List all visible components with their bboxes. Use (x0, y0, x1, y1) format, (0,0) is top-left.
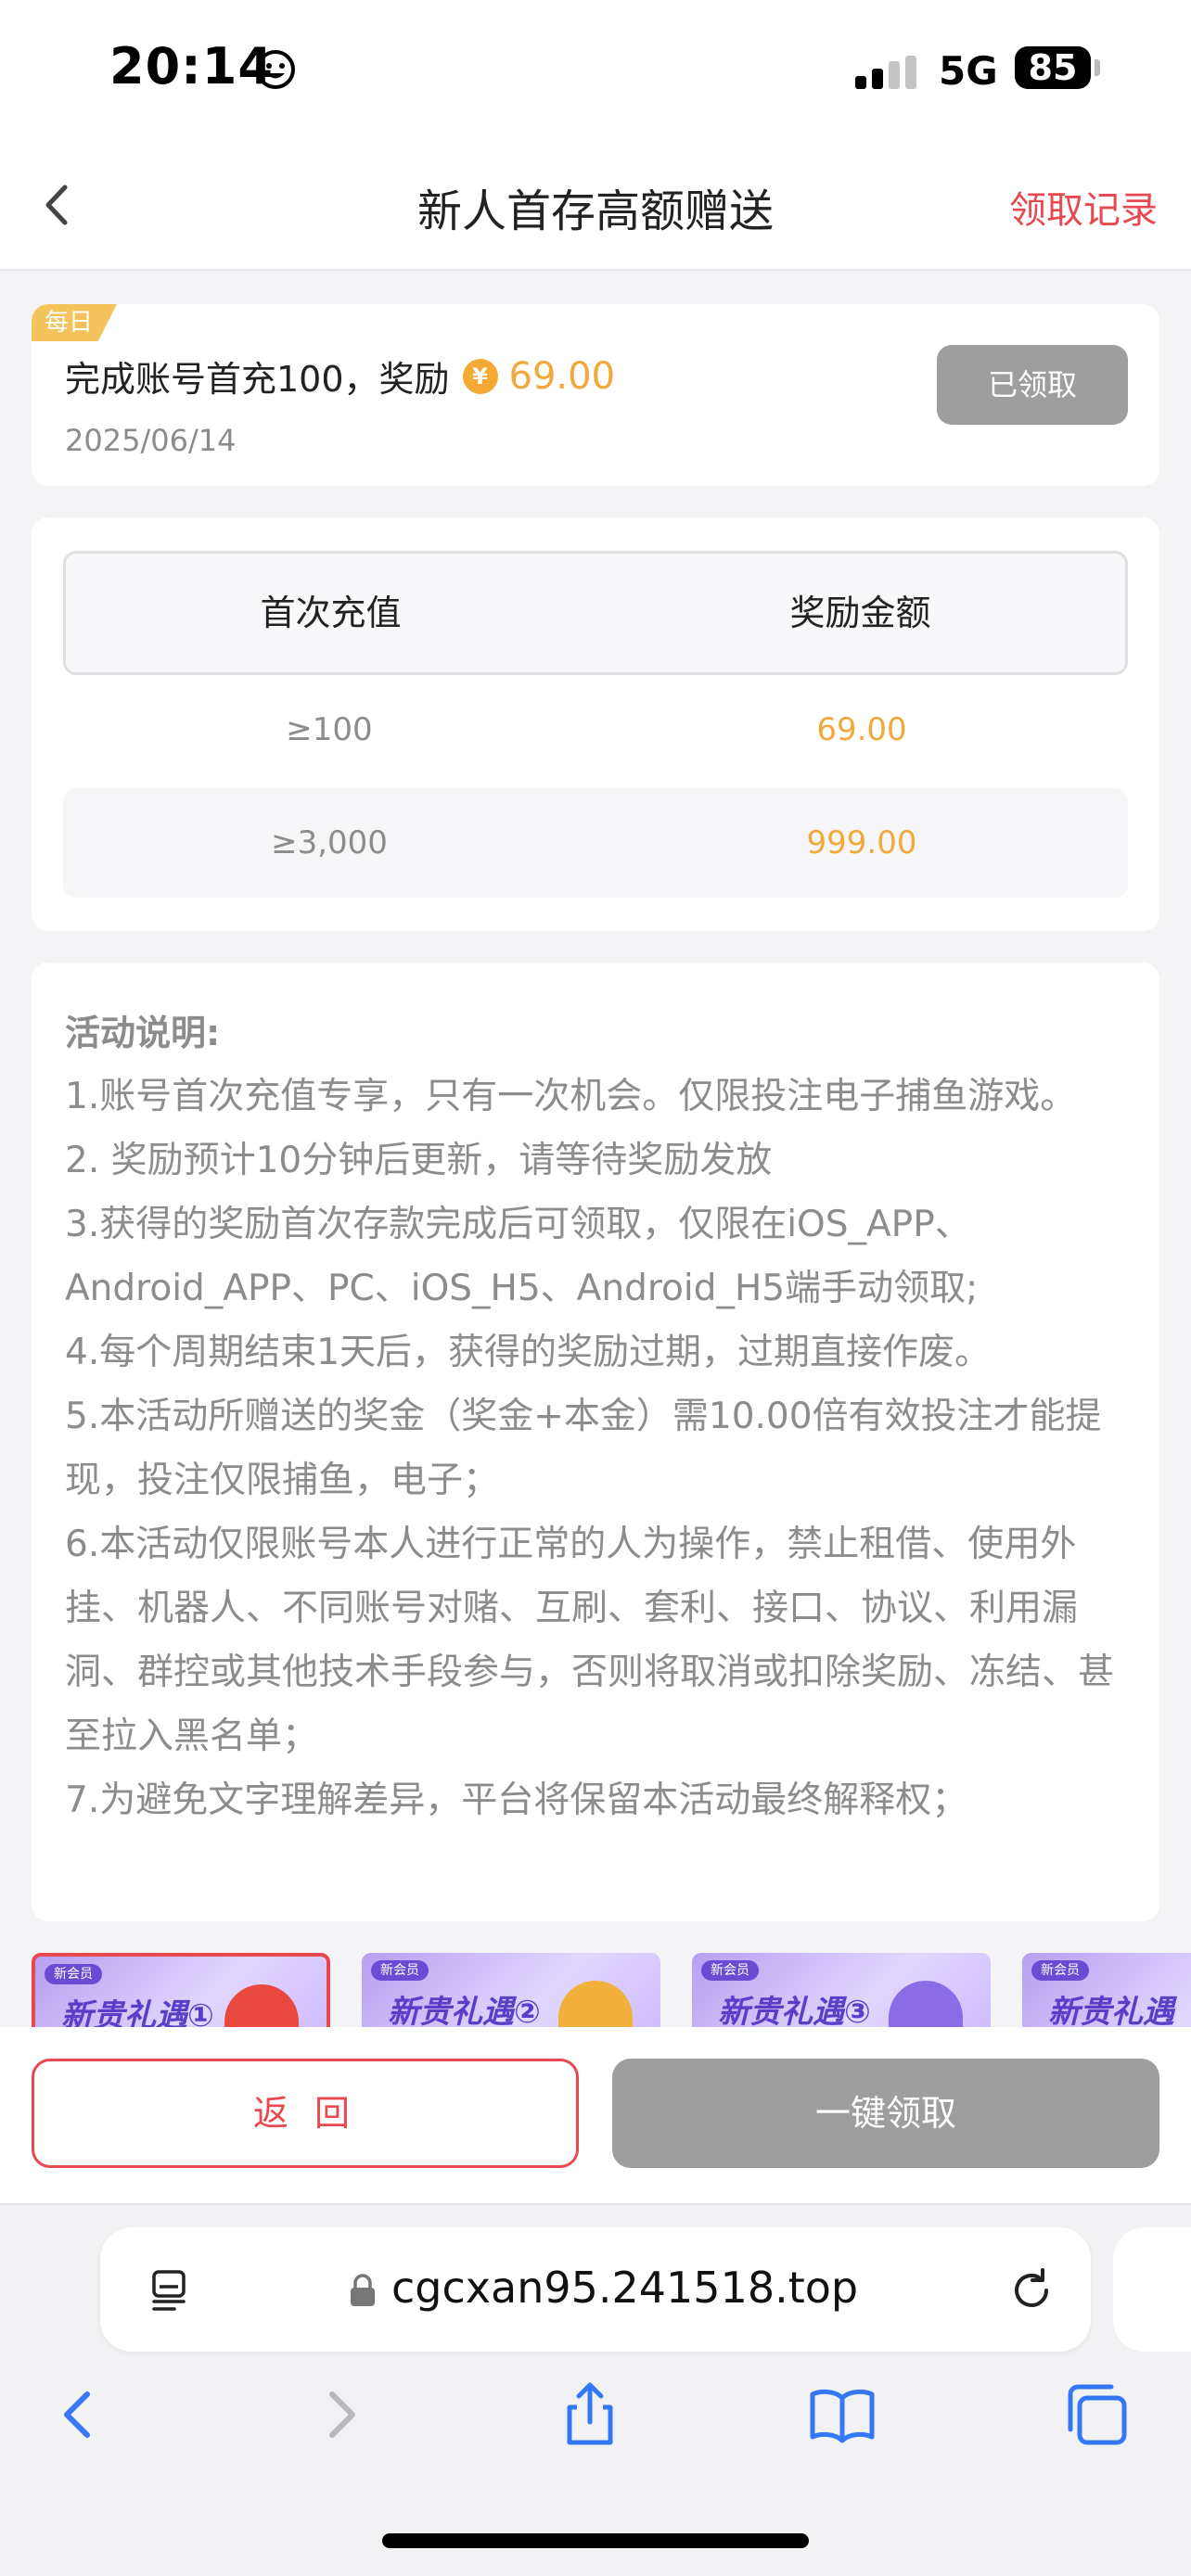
lock-icon (351, 2274, 375, 2306)
bookmarks-icon[interactable] (805, 2378, 879, 2452)
status-time: 20:14 (109, 37, 274, 96)
member-badge: 新会员 (1031, 1960, 1089, 1981)
daily-task-card: 每日 完成账号首充100，奖励 ¥ 69.00 2025/06/14 已领取 (32, 304, 1159, 486)
banner-title: 新贵礼遇① (61, 1997, 214, 2027)
promo-banner[interactable]: 新会员 新贵礼遇① (32, 1953, 330, 2027)
address-bar[interactable]: cgcxan95.241518.top (100, 2227, 1091, 2352)
smiley-icon (256, 50, 295, 89)
table-header: 首次充值 奖励金额 (63, 551, 1128, 675)
battery-tip (1095, 59, 1100, 76)
deposit-threshold: ≥3,000 (271, 824, 388, 861)
task-description-text: 完成账号首充100，奖励 (65, 359, 450, 400)
bottom-action-bar: 返 回 一键领取 (0, 2027, 1191, 2203)
banner-title: 新贵礼遇 (1048, 1994, 1174, 2027)
promo-banner[interactable]: 新会员 新贵礼遇② (362, 1953, 660, 2027)
member-badge: 新会员 (701, 1960, 759, 1981)
member-badge: 新会员 (371, 1960, 429, 1981)
task-reward-amount: 69.00 (508, 354, 616, 398)
reward-table-card: 首次充值 奖励金额 ≥100 69.00 ≥3,000 999.00 (32, 517, 1159, 931)
url-text: cgcxan95.241518.top (391, 2263, 859, 2313)
task-description: 完成账号首充100，奖励 ¥ 69.00 (65, 351, 615, 402)
app-screen: 20:14 5G 85 新人首存高额赠送 领取记录 每日 完成账号首充100，奖… (0, 0, 1191, 2576)
rules-title: 活动说明: (65, 1013, 221, 1053)
share-icon[interactable] (553, 2378, 627, 2452)
forward-arrow-icon[interactable] (302, 2378, 377, 2452)
deposit-threshold: ≥100 (286, 711, 373, 748)
rule-item: 2. 奖励预计10分钟后更新，请等待奖励发放 (65, 1140, 773, 1181)
network-type: 5G (939, 48, 998, 94)
claim-record-link[interactable]: 领取记录 (1009, 180, 1158, 234)
rule-item: 4.每个周期结束1天后，获得的奖励过期，过期直接作废。 (65, 1332, 992, 1373)
rules-card: 活动说明: 1.账号首次充值专享，只有一次机会。仅限投注电子捕鱼游戏。 2. 奖… (32, 963, 1159, 1921)
reader-mode-icon[interactable] (147, 2266, 193, 2313)
reward-amount: 999.00 (806, 824, 917, 861)
next-tab-address-bar[interactable] (1113, 2227, 1191, 2352)
promo-banner-carousel[interactable]: 新会员 新贵礼遇① 新会员 新贵礼遇② 新会员 新贵礼遇③ 新会员 新贵礼遇 (32, 1953, 1191, 2027)
tabs-icon[interactable] (1059, 2378, 1133, 2452)
reward-amount: 69.00 (816, 711, 907, 748)
banner-title: 新贵礼遇③ (718, 1994, 871, 2027)
task-date: 2025/06/14 (65, 423, 237, 458)
claim-all-button[interactable]: 一键领取 (612, 2059, 1159, 2168)
battery-level: 85 (1015, 46, 1091, 89)
rule-item: 5.本活动所赠送的奖金（奖金+本金）需10.00倍有效投注才能提现，投注仅限捕鱼… (65, 1396, 1102, 1501)
nav-header: 新人首存高额赠送 领取记录 (0, 139, 1191, 271)
banner-title: 新贵礼遇② (388, 1994, 541, 2027)
rule-item: 1.账号首次充值专享，只有一次机会。仅限投注电子捕鱼游戏。 (65, 1076, 1077, 1117)
back-arrow-icon[interactable] (43, 2378, 117, 2452)
table-row: ≥100 69.00 (63, 675, 1128, 784)
promo-banner[interactable]: 新会员 新贵礼遇③ (692, 1953, 991, 2027)
gift-icon (558, 1981, 633, 2027)
coin-icon: ¥ (462, 358, 498, 394)
return-button[interactable]: 返 回 (32, 2059, 579, 2168)
claimed-button[interactable]: 已领取 (937, 345, 1128, 425)
rule-item: 3.获得的奖励首次存款完成后可领取，仅限在iOS_APP、Android_APP… (65, 1204, 979, 1309)
column-header: 奖励金额 (789, 593, 931, 633)
home-indicator (382, 2533, 809, 2548)
column-header: 首次充值 (260, 593, 402, 633)
browser-toolbar: cgcxan95.241518.top (0, 2203, 1191, 2576)
status-bar: 20:14 5G 85 (0, 0, 1191, 139)
promo-banner[interactable]: 新会员 新贵礼遇 (1022, 1953, 1191, 2027)
daily-tag: 每日 (32, 304, 117, 341)
gift-icon (889, 1981, 963, 2027)
table-row: ≥3,000 999.00 (63, 788, 1128, 898)
rule-item: 6.本活动仅限账号本人进行正常的人为操作，禁止租借、使用外挂、机器人、不同账号对… (65, 1524, 1115, 1757)
signal-icon (855, 56, 916, 89)
rule-item: 7.为避免文字理解差异，平台将保留本活动最终解释权； (65, 1779, 968, 1821)
member-badge: 新会员 (45, 1964, 102, 1984)
gift-icon (224, 1984, 299, 2027)
reload-icon[interactable] (1005, 2264, 1057, 2316)
